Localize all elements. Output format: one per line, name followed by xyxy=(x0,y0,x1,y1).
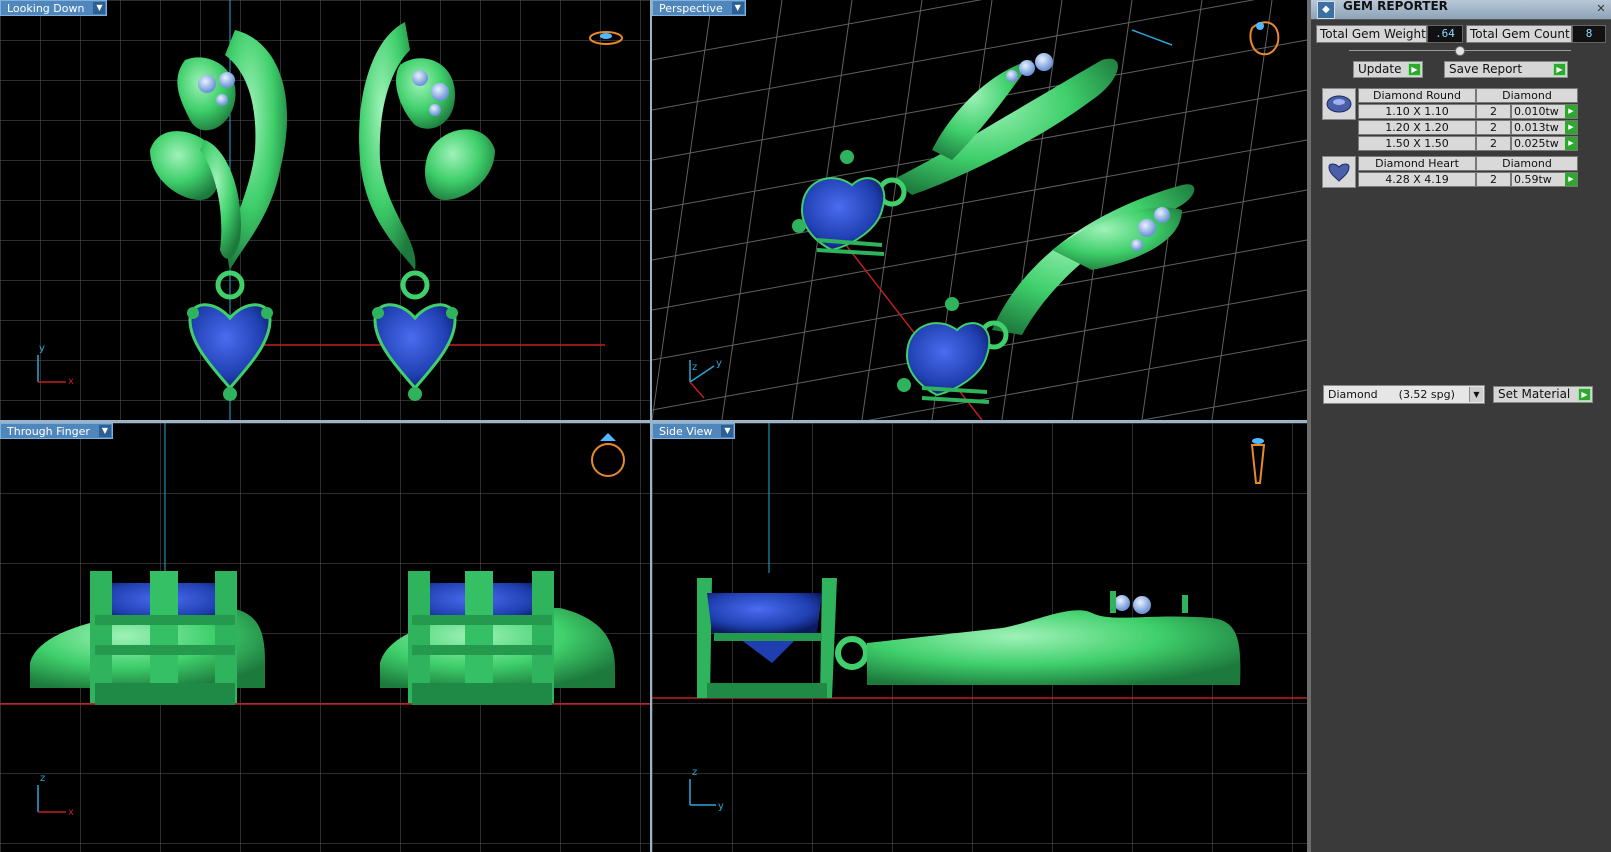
gem-group-material: Diamond xyxy=(1476,88,1578,103)
through-finger-scene xyxy=(0,423,650,852)
side-view-scene xyxy=(652,423,1307,852)
gem-row-weight[interactable]: 0.010tw ▶ xyxy=(1511,104,1578,119)
gem-row-weight[interactable]: 0.59tw ▶ xyxy=(1511,172,1578,187)
viewport-splitter-horizontal[interactable] xyxy=(0,420,1307,423)
total-gem-weight-label: Total Gem Weight xyxy=(1316,25,1427,43)
looking-down-scene xyxy=(0,0,650,420)
update-button-label: Update xyxy=(1358,62,1402,76)
gem-row-count: 2 xyxy=(1476,120,1511,135)
gem-row-size: 1.50 X 1.50 xyxy=(1358,136,1476,151)
ring-orientation-icon[interactable] xyxy=(1249,21,1280,56)
play-arrow-icon[interactable]: ▶ xyxy=(1565,105,1577,118)
chevron-down-icon[interactable]: ▼ xyxy=(1469,387,1483,402)
panel-divider-knob[interactable] xyxy=(1455,46,1465,56)
play-arrow-icon[interactable]: ▶ xyxy=(1408,63,1421,76)
gem-group-name: Diamond Heart xyxy=(1358,156,1476,171)
axis-label-z: z xyxy=(692,362,698,373)
total-gem-weight-value: .64 xyxy=(1427,25,1463,43)
gem-row-weight[interactable]: 0.013tw ▶ xyxy=(1511,120,1578,135)
viewport-label-perspective[interactable]: Perspective ▼ xyxy=(652,0,746,16)
gem-row-weight-text: 0.010tw xyxy=(1514,105,1559,118)
save-report-button-label: Save Report xyxy=(1449,62,1523,76)
panel-title: GEM REPORTER xyxy=(1343,0,1448,13)
viewport-splitter-vertical[interactable] xyxy=(650,0,652,852)
round-gem-thumbnail xyxy=(1322,88,1356,120)
viewport-label-through-finger[interactable]: Through Finger ▼ xyxy=(0,423,113,439)
axis-label-y: y xyxy=(716,358,722,369)
axis-label-z: z xyxy=(40,773,46,784)
axis-label-y: y xyxy=(39,343,45,354)
gem-row-size: 1.10 X 1.10 xyxy=(1358,104,1476,119)
update-button[interactable]: Update ▶ xyxy=(1353,61,1423,78)
dropdown-arrow-icon[interactable]: ▼ xyxy=(721,425,734,437)
viewport-label-text: Through Finger xyxy=(7,425,90,438)
viewport-side-view[interactable]: z y Side View ▼ xyxy=(652,423,1307,852)
gem-row-weight[interactable]: 0.025tw ▶ xyxy=(1511,136,1578,151)
gem-row-weight-text: 0.59tw xyxy=(1514,173,1552,186)
dropdown-arrow-icon[interactable]: ▼ xyxy=(98,425,111,437)
round-diamond-icon xyxy=(1326,95,1352,113)
panel-title-bar: ◆ GEM REPORTER ✕ xyxy=(1311,0,1611,20)
viewport-perspective[interactable]: z y Perspective ▼ xyxy=(652,0,1307,420)
material-select-value: Diamond (3.52 spg) xyxy=(1328,388,1455,401)
gem-reporter-icon: ◆ xyxy=(1317,1,1335,19)
play-arrow-icon[interactable]: ▶ xyxy=(1565,173,1577,186)
material-select[interactable]: Diamond (3.52 spg) ▼ xyxy=(1323,385,1485,404)
viewport-through-finger[interactable]: z x Through Finger ▼ xyxy=(0,423,650,852)
save-report-button[interactable]: Save Report ▶ xyxy=(1444,61,1568,78)
axis-label-x: x xyxy=(68,807,74,818)
axis-label-y: y xyxy=(718,801,724,812)
gem-row-weight-text: 0.025tw xyxy=(1514,137,1559,150)
play-arrow-icon[interactable]: ▶ xyxy=(1578,388,1591,401)
play-arrow-icon[interactable]: ▶ xyxy=(1553,63,1566,76)
axis-label-x: x xyxy=(68,376,74,387)
viewport-looking-down[interactable]: y x Looking Down ▼ xyxy=(0,0,650,420)
dropdown-arrow-icon[interactable]: ▼ xyxy=(731,2,744,14)
gem-group-name: Diamond Round xyxy=(1358,88,1476,103)
play-arrow-icon[interactable]: ▶ xyxy=(1565,121,1577,134)
axis-label-z: z xyxy=(692,767,698,778)
set-material-button[interactable]: Set Material ▶ xyxy=(1493,386,1593,403)
total-gem-count-label: Total Gem Count xyxy=(1466,25,1572,43)
viewport-label-text: Looking Down xyxy=(7,2,85,15)
total-gem-count-value: 8 xyxy=(1572,25,1606,43)
gem-row-size: 4.28 X 4.19 xyxy=(1358,172,1476,187)
gem-row-count: 2 xyxy=(1476,136,1511,151)
gem-group-material: Diamond xyxy=(1476,156,1578,171)
viewport-label-text: Perspective xyxy=(659,2,723,15)
perspective-scene xyxy=(652,0,1307,420)
heart-gem-thumbnail xyxy=(1322,156,1356,188)
viewport-label-side-view[interactable]: Side View ▼ xyxy=(652,423,736,439)
play-arrow-icon[interactable]: ▶ xyxy=(1565,137,1577,150)
earring-perspective-upper xyxy=(792,53,1119,256)
viewport-label-text: Side View xyxy=(659,425,713,438)
viewport-label-looking-down[interactable]: Looking Down ▼ xyxy=(0,0,108,16)
gem-row-count: 2 xyxy=(1476,172,1511,187)
gem-row-size: 1.20 X 1.20 xyxy=(1358,120,1476,135)
heart-diamond-icon xyxy=(1328,163,1350,182)
close-icon[interactable]: ✕ xyxy=(1595,3,1607,15)
set-material-button-label: Set Material xyxy=(1498,387,1571,401)
gem-row-count: 2 xyxy=(1476,104,1511,119)
dropdown-arrow-icon[interactable]: ▼ xyxy=(93,2,106,14)
gem-row-weight-text: 0.013tw xyxy=(1514,121,1559,134)
